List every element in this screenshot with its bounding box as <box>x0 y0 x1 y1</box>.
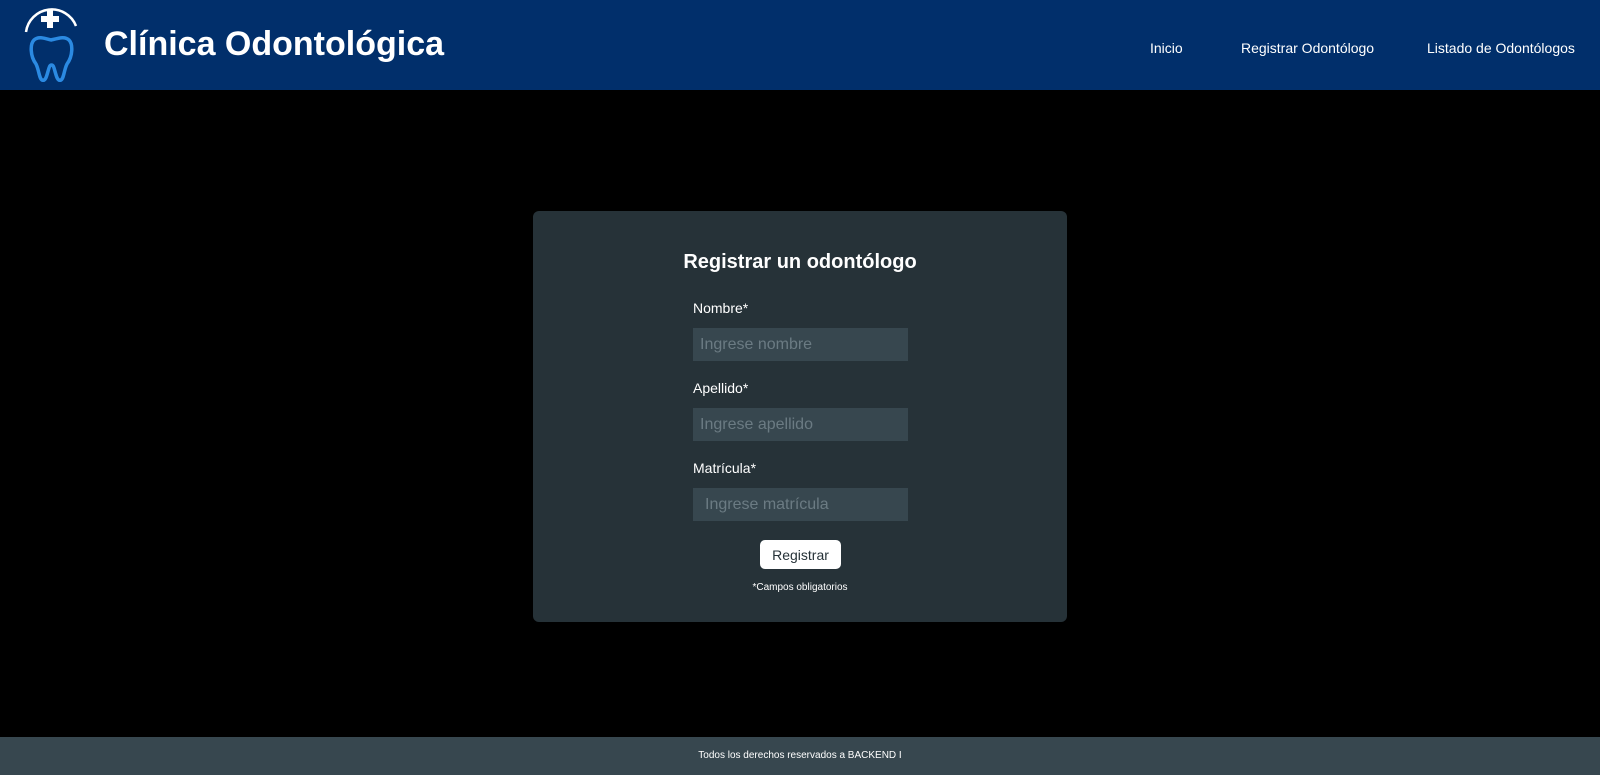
registrar-button[interactable]: Registrar <box>760 540 841 569</box>
matricula-input[interactable] <box>693 488 908 521</box>
matricula-label: Matrícula* <box>693 460 757 476</box>
form-title: Registrar un odontólogo <box>683 251 917 273</box>
apellido-label: Apellido* <box>693 380 749 396</box>
site-brand-title: Clínica Odontológica <box>104 25 445 63</box>
nombre-input[interactable] <box>693 328 908 361</box>
register-form-card: Registrar un odontólogo Nombre* Apellido… <box>533 211 1067 622</box>
nombre-label: Nombre* <box>693 300 749 316</box>
required-fields-note: *Campos obligatorios <box>752 582 848 593</box>
nav-link-listado-odontologos[interactable]: Listado de Odontólogos <box>1427 40 1575 56</box>
apellido-input[interactable] <box>693 408 908 441</box>
nav-link-inicio[interactable]: Inicio <box>1150 40 1183 56</box>
site-footer: Todos los derechos reservados a BACKEND … <box>0 737 1600 775</box>
tooth-icon[interactable] <box>20 4 82 82</box>
site-header: Clínica Odontológica Inicio Registrar Od… <box>0 0 1600 90</box>
nav-link-registrar-odontologo[interactable]: Registrar Odontólogo <box>1241 40 1374 56</box>
